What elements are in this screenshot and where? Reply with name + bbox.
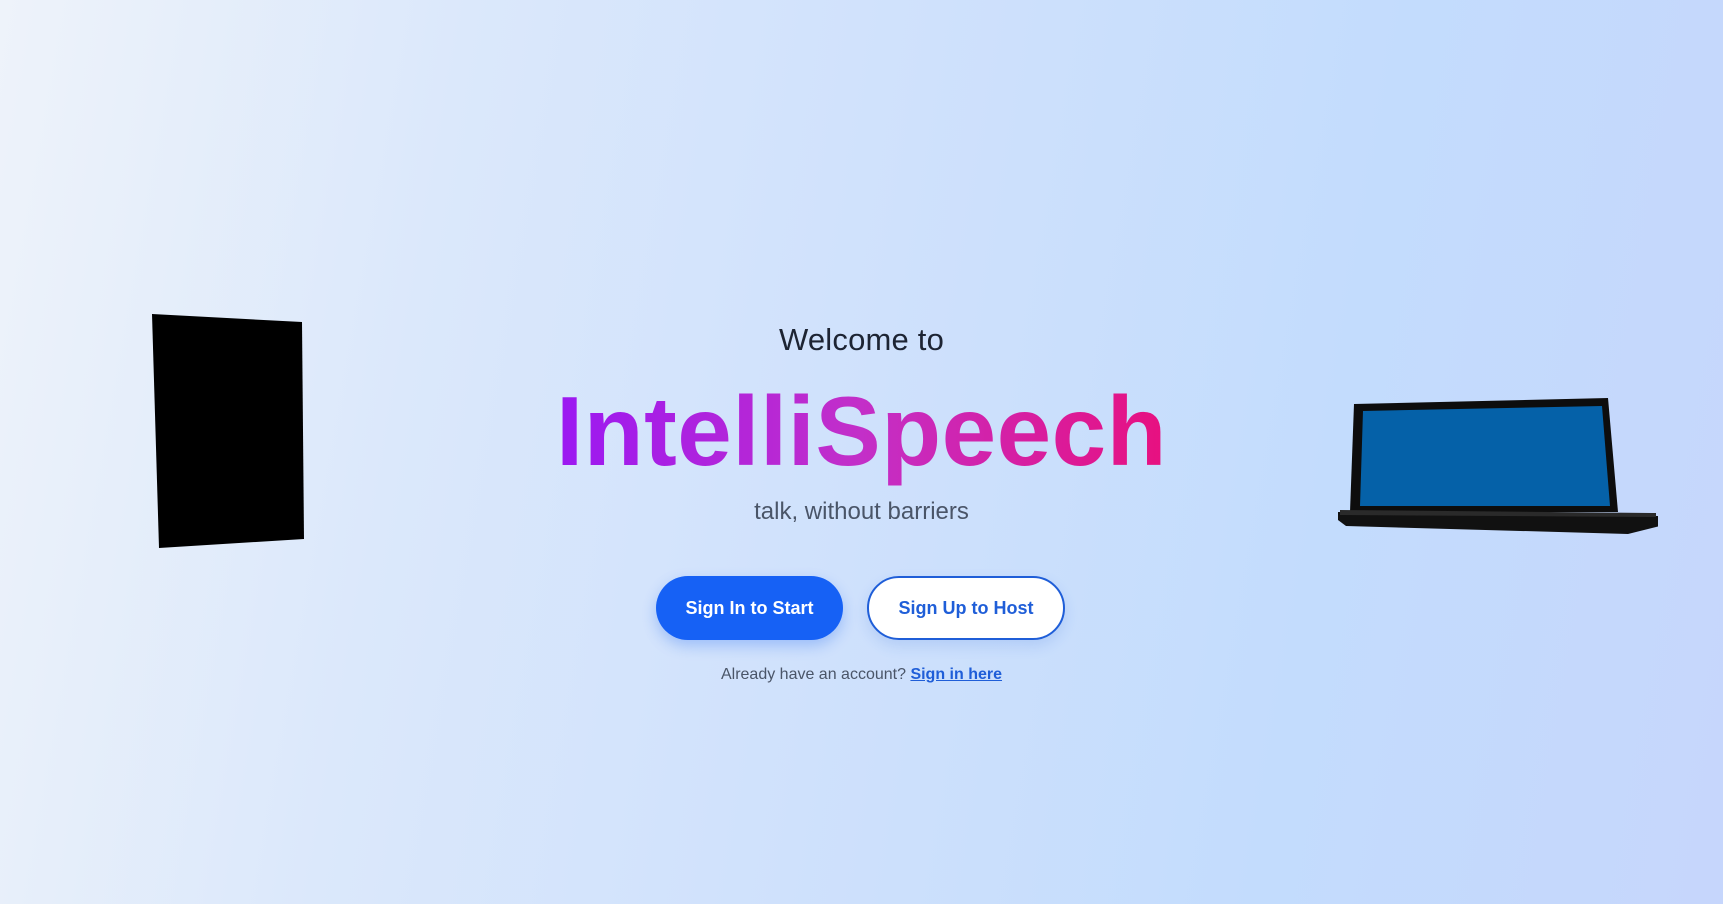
tagline: talk, without barriers [754, 498, 969, 525]
sign-in-link[interactable]: Sign in here [910, 666, 1002, 683]
account-prompt-text: Already have an account? [720, 666, 906, 683]
welcome-text: Welcome to [778, 322, 945, 357]
account-prompt: Already have an account? Sign in here [0, 666, 1723, 684]
landing-hero: Welcome to IntelliSpeech talk, without b… [0, 0, 1723, 904]
brand-title: IntelliSpeech [0, 376, 1723, 486]
brand-title-text: IntelliSpeech [555, 376, 1167, 486]
sign-in-button[interactable]: Sign In to Start [656, 576, 843, 640]
sign-up-button[interactable]: Sign Up to Host [867, 576, 1065, 640]
